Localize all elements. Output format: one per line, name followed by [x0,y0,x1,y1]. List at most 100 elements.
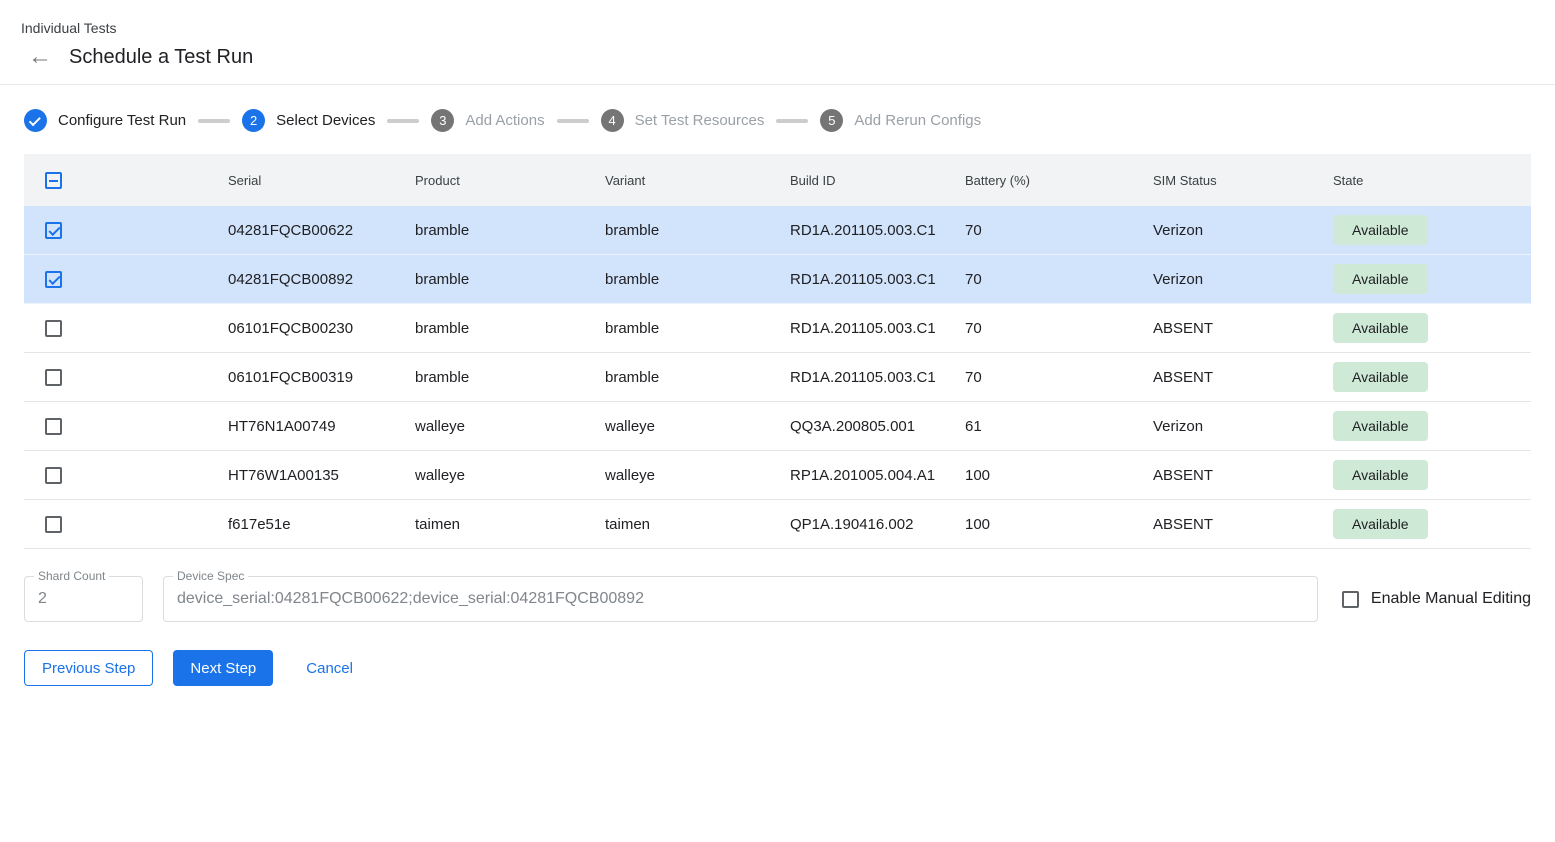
state-badge: Available [1333,460,1428,490]
cell-serial: 04281FQCB00622 [228,222,415,239]
shard-device-form: Shard Count 2 Device Spec device_serial:… [24,576,1531,622]
step-number-circle: 4 [601,109,624,132]
step-connector [557,119,589,123]
table-row[interactable]: 04281FQCB00892 bramble bramble RD1A.2011… [24,255,1531,304]
stepper: Configure Test Run 2 Select Devices 3 Ad… [0,85,1555,154]
state-badge: Available [1333,215,1428,245]
cell-battery: 61 [965,418,1153,435]
step-connector [776,119,808,123]
state-badge: Available [1333,411,1428,441]
cell-product: taimen [415,516,605,533]
enable-manual-editing[interactable]: Enable Manual Editing [1342,590,1531,608]
step-number-circle: 2 [242,109,265,132]
step-label: Configure Test Run [58,112,186,129]
row-checkbox[interactable] [45,320,62,337]
device-spec-label: Device Spec [173,570,248,582]
cell-serial: HT76N1A00749 [228,418,415,435]
table-header-row: Serial Product Variant Build ID Battery … [24,154,1531,206]
column-header-product: Product [415,173,605,188]
state-badge: Available [1333,264,1428,294]
device-spec-field[interactable]: Device Spec device_serial:04281FQCB00622… [163,576,1318,622]
cell-sim-status: ABSENT [1153,320,1333,337]
cell-sim-status: ABSENT [1153,467,1333,484]
shard-count-field[interactable]: Shard Count 2 [24,576,143,622]
cell-battery: 70 [965,320,1153,337]
table-row[interactable]: f617e51e taimen taimen QP1A.190416.002 1… [24,500,1531,549]
cell-variant: walleye [605,418,790,435]
cell-sim-status: Verizon [1153,418,1333,435]
table-row[interactable]: 04281FQCB00622 bramble bramble RD1A.2011… [24,206,1531,255]
row-checkbox[interactable] [45,222,62,239]
row-checkbox[interactable] [45,467,62,484]
cell-variant: bramble [605,222,790,239]
column-header-variant: Variant [605,173,790,188]
cell-serial: 06101FQCB00230 [228,320,415,337]
column-header-sim-status: SIM Status [1153,173,1333,188]
step-number-circle: 3 [431,109,454,132]
next-step-button[interactable]: Next Step [173,650,273,686]
step-set-test-resources[interactable]: 4 Set Test Resources [601,109,765,132]
cell-sim-status: Verizon [1153,271,1333,288]
check-icon [29,114,41,126]
select-all-checkbox[interactable] [45,172,62,189]
cell-product: bramble [415,222,605,239]
enable-manual-editing-checkbox[interactable] [1342,591,1359,608]
cell-build-id: RD1A.201105.003.C1 [790,369,965,386]
row-checkbox[interactable] [45,369,62,386]
cell-product: bramble [415,369,605,386]
cell-sim-status: Verizon [1153,222,1333,239]
back-arrow-icon[interactable]: ← [27,44,53,70]
table-row[interactable]: 06101FQCB00319 bramble bramble RD1A.2011… [24,353,1531,402]
device-spec-value: device_serial:04281FQCB00622;device_seri… [164,590,657,608]
table-row[interactable]: 06101FQCB00230 bramble bramble RD1A.2011… [24,304,1531,353]
enable-manual-editing-label: Enable Manual Editing [1371,590,1531,608]
cell-build-id: QQ3A.200805.001 [790,418,965,435]
cell-build-id: RD1A.201105.003.C1 [790,320,965,337]
step-done-circle [24,109,47,132]
cell-build-id: QP1A.190416.002 [790,516,965,533]
cell-battery: 70 [965,271,1153,288]
table-row[interactable]: HT76W1A00135 walleye walleye RP1A.201005… [24,451,1531,500]
cell-variant: bramble [605,369,790,386]
state-badge: Available [1333,509,1428,539]
column-header-build-id: Build ID [790,173,965,188]
column-header-serial: Serial [228,173,415,188]
step-label: Add Actions [465,112,544,129]
cell-variant: walleye [605,467,790,484]
cell-build-id: RD1A.201105.003.C1 [790,271,965,288]
cell-battery: 70 [965,222,1153,239]
shard-count-value: 2 [25,590,60,608]
cell-build-id: RP1A.201005.004.A1 [790,467,965,484]
shard-count-label: Shard Count [34,570,109,582]
column-header-state: State [1333,173,1531,188]
device-table: Serial Product Variant Build ID Battery … [24,154,1531,549]
cell-product: walleye [415,418,605,435]
step-configure-test-run[interactable]: Configure Test Run [24,109,186,132]
step-select-devices[interactable]: 2 Select Devices [242,109,375,132]
step-connector [387,119,419,123]
cell-build-id: RD1A.201105.003.C1 [790,222,965,239]
cell-sim-status: ABSENT [1153,369,1333,386]
cell-product: bramble [415,271,605,288]
cell-sim-status: ABSENT [1153,516,1333,533]
step-label: Set Test Resources [635,112,765,129]
cell-variant: bramble [605,271,790,288]
step-add-actions[interactable]: 3 Add Actions [431,109,544,132]
row-checkbox[interactable] [45,516,62,533]
state-badge: Available [1333,362,1428,392]
cell-variant: bramble [605,320,790,337]
step-connector [198,119,230,123]
table-row[interactable]: HT76N1A00749 walleye walleye QQ3A.200805… [24,402,1531,451]
cell-serial: HT76W1A00135 [228,467,415,484]
step-add-rerun-configs[interactable]: 5 Add Rerun Configs [820,109,981,132]
step-label: Add Rerun Configs [854,112,981,129]
previous-step-button[interactable]: Previous Step [24,650,153,686]
cell-variant: taimen [605,516,790,533]
row-checkbox[interactable] [45,418,62,435]
state-badge: Available [1333,313,1428,343]
cancel-button[interactable]: Cancel [294,650,365,686]
cell-battery: 70 [965,369,1153,386]
row-checkbox[interactable] [45,271,62,288]
column-header-battery: Battery (%) [965,173,1153,188]
step-number-circle: 5 [820,109,843,132]
